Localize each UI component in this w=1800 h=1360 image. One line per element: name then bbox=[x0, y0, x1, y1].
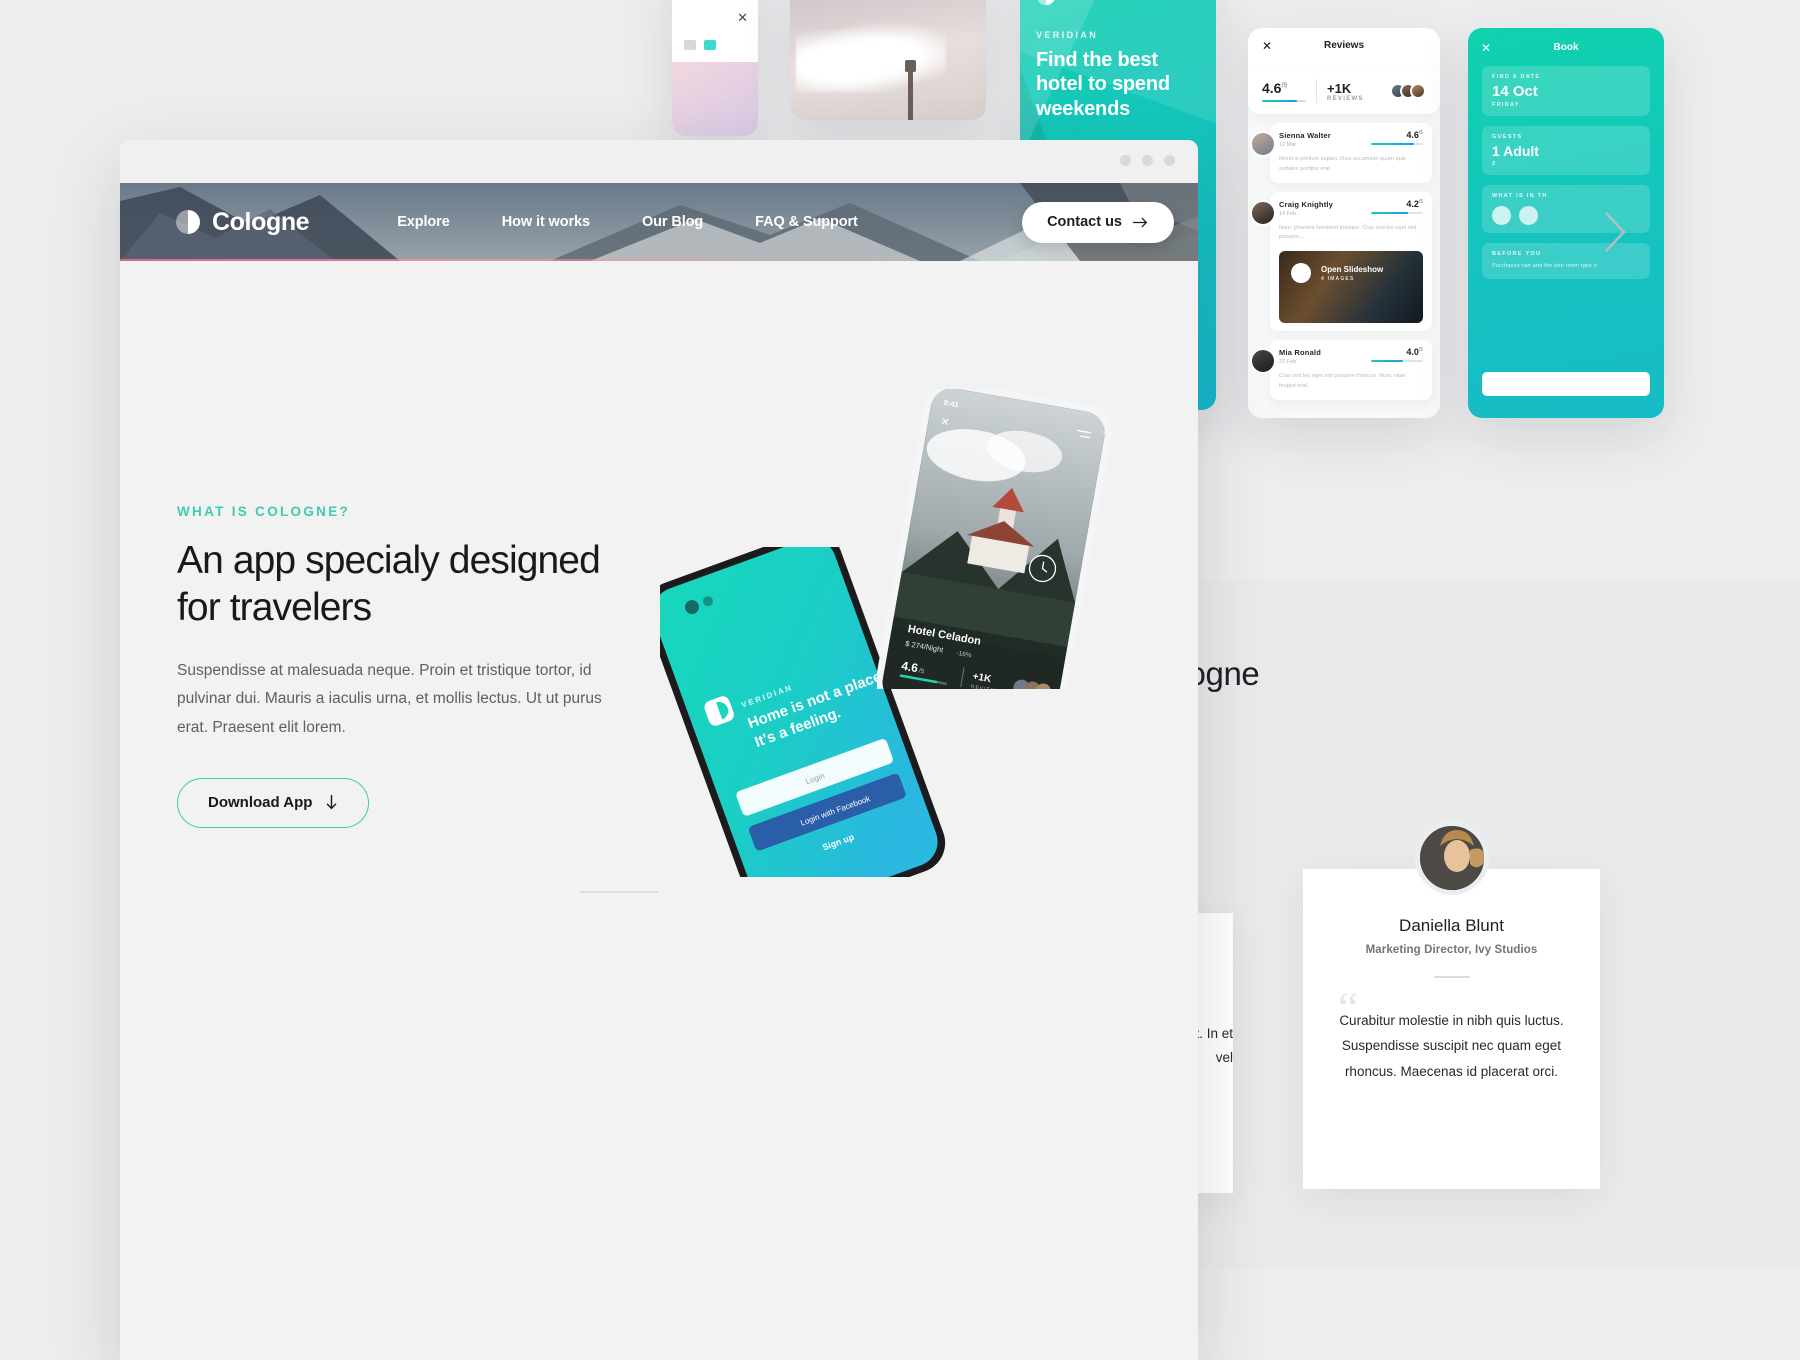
booking-guests-value: 1 Adult bbox=[1492, 143, 1539, 159]
about-body: Suspendisse at malesuada neque. Proin et… bbox=[177, 661, 602, 736]
bg-card-photo: ✕ bbox=[790, 0, 986, 120]
booking-title: Book bbox=[1553, 42, 1579, 53]
booking-guests-sub: 2 bbox=[1492, 161, 1497, 167]
nav-link-our-blog[interactable]: Our Blog bbox=[642, 214, 703, 230]
arrow-right-icon bbox=[1133, 217, 1149, 228]
leaf-mark-icon bbox=[1036, 0, 1056, 6]
reviews-summary: 4.6/5 +1K REVIEWS bbox=[1248, 68, 1440, 114]
review-item: Mia Ronald 23 Feb 4.0/5 Cras sed leo ege… bbox=[1250, 340, 1432, 400]
booking-note-text: Purchases can and the boo room type o bbox=[1492, 263, 1597, 269]
booking-date-caption: FIND A DATE bbox=[1492, 74, 1541, 80]
booking-date-value: 14 Oct bbox=[1492, 83, 1538, 100]
bg-card-booking: ✕ Book FIND A DATE 14 Oct FRIDAY GUESTS … bbox=[1468, 28, 1664, 418]
bg-card-reviews: ✕ Reviews 4.6/5 +1K REVIEWS Sienna Walte… bbox=[1248, 28, 1440, 418]
section-divider bbox=[580, 891, 658, 893]
hero-phone-white: Hotel Celadon $ 274/Night -16% 4.6 /5 +1… bbox=[877, 389, 1127, 689]
booking-date-field[interactable]: FIND A DATE 14 Oct FRIDAY bbox=[1482, 66, 1650, 116]
review-text: Nunc pharetra hendrerit tristique. Cras … bbox=[1279, 224, 1417, 241]
download-app-button-about[interactable]: Download App bbox=[177, 777, 370, 828]
slideshow-sub: 4 IMAGES bbox=[1321, 276, 1355, 283]
brand-name[interactable]: Cologne bbox=[212, 208, 310, 237]
bg-hotel-brand: VERIDIAN bbox=[1036, 30, 1099, 40]
reviewer-name: Mia Ronald bbox=[1279, 348, 1322, 358]
page-root: ✕ ✕ VERIDIAN Find the best hotel to spen… bbox=[0, 0, 1800, 1360]
reviews-title: Reviews bbox=[1323, 40, 1365, 51]
review-rating: 4.0/5 bbox=[1406, 347, 1423, 358]
nav-link-explore[interactable]: Explore bbox=[397, 214, 450, 230]
reviewer-name: Craig Knightly bbox=[1279, 199, 1334, 209]
leaf-mark-icon bbox=[175, 209, 201, 235]
nav-link-faq-support[interactable]: FAQ & Support bbox=[755, 214, 858, 230]
quote-mark-icon: “ bbox=[1338, 982, 1359, 1033]
nav-links: Explore How it works Our Blog FAQ & Supp… bbox=[397, 214, 858, 230]
review-item: Craig Knightly 14 Feb 4.2/5 Nunc pharetr… bbox=[1250, 191, 1432, 332]
close-icon[interactable]: ✕ bbox=[737, 10, 748, 26]
download-arrow-icon bbox=[325, 794, 338, 811]
browser-window: Cologne Explore How it works Our Blog FA… bbox=[120, 140, 1198, 1360]
testimonial-role: Marketing Director, Ivy Studios bbox=[1365, 944, 1538, 956]
about-heading: An app specialy designed for travelers bbox=[177, 539, 601, 629]
slideshow-label: Open Slideshow bbox=[1321, 265, 1384, 275]
bg-card-small: ✕ bbox=[672, 0, 758, 136]
review-text: Cras sed leo eget nisl posuere rhoncus. … bbox=[1279, 373, 1406, 389]
window-controls[interactable] bbox=[1120, 155, 1175, 166]
testimonial-name: Daniella Blunt bbox=[1399, 916, 1504, 935]
site-navbar: Cologne Explore How it works Our Blog FA… bbox=[120, 183, 1198, 261]
view-toggle-icons[interactable] bbox=[684, 40, 716, 50]
review-rating: 4.6/5 bbox=[1406, 130, 1423, 140]
reviewer-name: Sienna Walter bbox=[1279, 131, 1331, 140]
review-item: Sienna Walter 12 Mar 4.6/5 Morbi in pret… bbox=[1250, 123, 1432, 183]
booking-guests-caption: GUESTS bbox=[1492, 134, 1523, 140]
reviews-score: 4.6/5 bbox=[1262, 79, 1288, 96]
reviewer-avatars bbox=[1390, 83, 1426, 99]
reviews-count-label: REVIEWS bbox=[1327, 95, 1364, 102]
booking-date-day: FRIDAY bbox=[1492, 102, 1520, 108]
review-rating: 4.2/5 bbox=[1406, 198, 1423, 209]
window-chrome bbox=[120, 140, 1198, 183]
divider bbox=[1433, 976, 1470, 978]
reviews-count: +1K bbox=[1327, 80, 1352, 96]
svg-text:4.6: 4.6 bbox=[900, 659, 919, 676]
nav-link-how-it-works[interactable]: How it works bbox=[502, 214, 590, 230]
booking-included-caption: WHAT IS IN TH bbox=[1492, 193, 1548, 199]
avatar bbox=[1414, 821, 1489, 895]
booking-confirm-button[interactable] bbox=[1482, 372, 1650, 396]
open-slideshow-button[interactable]: Open Slideshow 4 IMAGES bbox=[1279, 251, 1423, 324]
bg-hotel-heading: Find the best hotel to spend weekends bbox=[1036, 49, 1170, 120]
about-eyebrow: WHAT IS COLOGNE? bbox=[177, 504, 351, 519]
about-section: WHAT IS COLOGNE? An app specialy designe… bbox=[120, 261, 1198, 921]
contact-us-button[interactable]: Contact us bbox=[1022, 201, 1174, 243]
booking-guests-field[interactable]: GUESTS 1 Adult 2 bbox=[1482, 126, 1650, 175]
download-app-label: Download App bbox=[208, 794, 313, 812]
contact-us-label: Contact us bbox=[1047, 214, 1122, 230]
testimonial-quote: Curabitur molestie in nibh quis luctus. … bbox=[1339, 1012, 1564, 1080]
chevron-right-icon[interactable] bbox=[1598, 205, 1632, 259]
review-text: Morbi in pretium sapien. Duis accumsan q… bbox=[1279, 156, 1406, 172]
image-icon bbox=[1291, 263, 1311, 284]
